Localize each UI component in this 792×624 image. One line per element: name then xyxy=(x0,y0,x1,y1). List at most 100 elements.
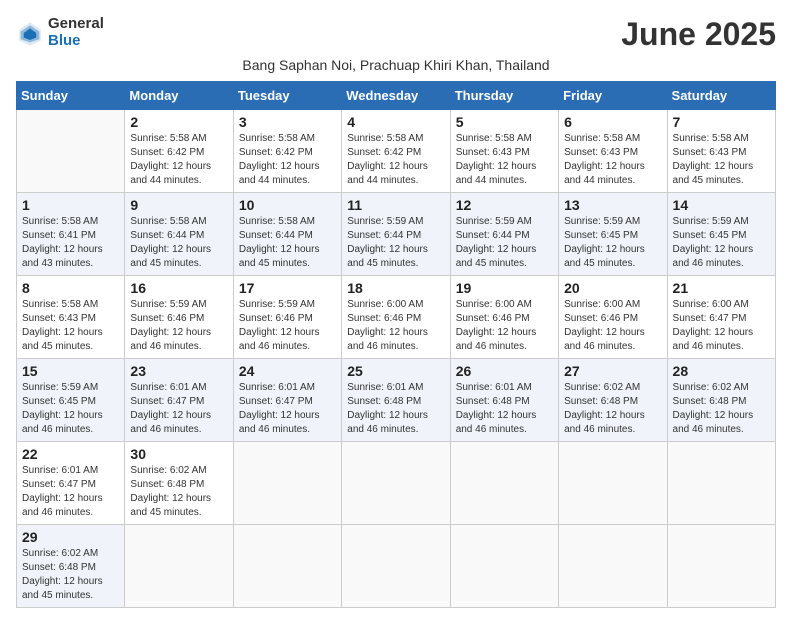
day-number: 15 xyxy=(22,363,119,379)
day-number: 24 xyxy=(239,363,336,379)
month-title: June 2025 xyxy=(621,16,776,53)
day-info: Sunrise: 6:02 AMSunset: 6:48 PMDaylight:… xyxy=(673,381,770,437)
day-number: 4 xyxy=(347,114,444,130)
calendar-cell xyxy=(667,442,775,525)
day-info: Sunrise: 6:00 AMSunset: 6:46 PMDaylight:… xyxy=(564,298,661,354)
day-info: Sunrise: 5:59 AMSunset: 6:45 PMDaylight:… xyxy=(673,215,770,271)
day-number: 10 xyxy=(239,197,336,213)
day-number: 9 xyxy=(130,197,227,213)
day-number: 13 xyxy=(564,197,661,213)
calendar-cell: 23Sunrise: 6:01 AMSunset: 6:47 PMDayligh… xyxy=(125,359,233,442)
day-info: Sunrise: 6:02 AMSunset: 6:48 PMDaylight:… xyxy=(130,464,227,520)
day-number: 5 xyxy=(456,114,553,130)
calendar-cell: 18Sunrise: 6:00 AMSunset: 6:46 PMDayligh… xyxy=(342,276,450,359)
calendar-cell: 10 Sunrise: 5:58 AMSunset: 6:44 PMDayligh… xyxy=(233,193,341,276)
calendar-cell: 28 Sunrise: 6:02 AMSunset: 6:48 PMDayligh… xyxy=(667,359,775,442)
calendar: SundayMondayTuesdayWednesdayThursdayFrid… xyxy=(16,81,776,608)
day-info: Sunrise: 5:58 AMSunset: 6:44 PMDaylight:… xyxy=(239,215,336,271)
calendar-cell: 12Sunrise: 5:59 AMSunset: 6:44 PMDayligh… xyxy=(450,193,558,276)
calendar-cell: 20 Sunrise: 6:00 AMSunset: 6:46 PMDayligh… xyxy=(559,276,667,359)
calendar-cell: 26Sunrise: 6:01 AMSunset: 6:48 PMDayligh… xyxy=(450,359,558,442)
calendar-cell: 22 Sunrise: 6:01 AMSunset: 6:47 PMDayligh… xyxy=(17,442,125,525)
calendar-cell: 30 Sunrise: 6:02 AMSunset: 6:48 PMDayligh… xyxy=(125,442,233,525)
day-number: 2 xyxy=(130,114,227,130)
header-cell-saturday: Saturday xyxy=(667,82,775,110)
calendar-cell xyxy=(342,442,450,525)
calendar-cell: 3Sunrise: 5:58 AMSunset: 6:42 PMDaylight… xyxy=(233,110,341,193)
day-number: 21 xyxy=(673,280,770,296)
header-cell-sunday: Sunday xyxy=(17,82,125,110)
day-number: 19 xyxy=(456,280,553,296)
calendar-cell: 17 Sunrise: 5:59 AMSunset: 6:46 PMDayligh… xyxy=(233,276,341,359)
calendar-row: 2 Sunrise: 5:58 AMSunset: 6:42 PMDaylight… xyxy=(17,110,776,193)
day-info: Sunrise: 5:59 AMSunset: 6:45 PMDaylight:… xyxy=(22,381,119,437)
day-number: 1 xyxy=(22,197,119,213)
header-row: SundayMondayTuesdayWednesdayThursdayFrid… xyxy=(17,82,776,110)
calendar-cell: 14Sunrise: 5:59 AMSunset: 6:45 PMDayligh… xyxy=(667,193,775,276)
day-number: 25 xyxy=(347,363,444,379)
calendar-cell: 24 Sunrise: 6:01 AMSunset: 6:47 PMDayligh… xyxy=(233,359,341,442)
day-info: Sunrise: 6:02 AMSunset: 6:48 PMDaylight:… xyxy=(22,547,119,603)
calendar-cell xyxy=(450,442,558,525)
day-number: 7 xyxy=(673,114,770,130)
day-info: Sunrise: 6:01 AMSunset: 6:47 PMDaylight:… xyxy=(22,464,119,520)
day-number: 29 xyxy=(22,529,119,545)
calendar-cell: 27Sunrise: 6:02 AMSunset: 6:48 PMDayligh… xyxy=(559,359,667,442)
calendar-row: 29 Sunrise: 6:02 AMSunset: 6:48 PMDayligh… xyxy=(17,525,776,608)
day-number: 6 xyxy=(564,114,661,130)
calendar-cell xyxy=(125,525,233,608)
day-info: Sunrise: 5:59 AMSunset: 6:46 PMDaylight:… xyxy=(239,298,336,354)
calendar-cell xyxy=(342,525,450,608)
calendar-cell: 19 Sunrise: 6:00 AMSunset: 6:46 PMDayligh… xyxy=(450,276,558,359)
logo-text: General Blue xyxy=(48,16,104,49)
calendar-cell xyxy=(233,442,341,525)
calendar-cell: 4 Sunrise: 5:58 AMSunset: 6:42 PMDaylight… xyxy=(342,110,450,193)
calendar-row: 15 Sunrise: 5:59 AMSunset: 6:45 PMDayligh… xyxy=(17,359,776,442)
page-header: General Blue June 2025 xyxy=(16,16,776,53)
calendar-cell: 5Sunrise: 5:58 AMSunset: 6:43 PMDaylight… xyxy=(450,110,558,193)
calendar-row: 8 Sunrise: 5:58 AMSunset: 6:43 PMDaylight… xyxy=(17,276,776,359)
calendar-cell xyxy=(559,442,667,525)
day-info: Sunrise: 6:01 AMSunset: 6:48 PMDaylight:… xyxy=(456,381,553,437)
logo-line2: Blue xyxy=(48,33,104,50)
day-info: Sunrise: 5:58 AMSunset: 6:41 PMDaylight:… xyxy=(22,215,119,271)
calendar-cell: 9Sunrise: 5:58 AMSunset: 6:44 PMDaylight… xyxy=(125,193,233,276)
day-info: Sunrise: 6:00 AMSunset: 6:46 PMDaylight:… xyxy=(456,298,553,354)
day-number: 17 xyxy=(239,280,336,296)
day-info: Sunrise: 5:59 AMSunset: 6:46 PMDaylight:… xyxy=(130,298,227,354)
logo-icon xyxy=(16,19,44,47)
calendar-cell: 6Sunrise: 5:58 AMSunset: 6:43 PMDaylight… xyxy=(559,110,667,193)
day-info: Sunrise: 6:01 AMSunset: 6:47 PMDaylight:… xyxy=(130,381,227,437)
calendar-cell xyxy=(559,525,667,608)
day-info: Sunrise: 5:58 AMSunset: 6:43 PMDaylight:… xyxy=(22,298,119,354)
day-number: 3 xyxy=(239,114,336,130)
day-number: 30 xyxy=(130,446,227,462)
calendar-cell: 8 Sunrise: 5:58 AMSunset: 6:43 PMDaylight… xyxy=(17,276,125,359)
calendar-cell: 1 Sunrise: 5:58 AMSunset: 6:41 PMDaylight… xyxy=(17,193,125,276)
day-info: Sunrise: 5:58 AMSunset: 6:43 PMDaylight:… xyxy=(673,132,770,188)
day-info: Sunrise: 5:59 AMSunset: 6:45 PMDaylight:… xyxy=(564,215,661,271)
day-number: 8 xyxy=(22,280,119,296)
day-info: Sunrise: 6:02 AMSunset: 6:48 PMDaylight:… xyxy=(564,381,661,437)
day-info: Sunrise: 5:59 AMSunset: 6:44 PMDaylight:… xyxy=(347,215,444,271)
day-number: 11 xyxy=(347,197,444,213)
day-info: Sunrise: 6:01 AMSunset: 6:48 PMDaylight:… xyxy=(347,381,444,437)
calendar-cell: 16Sunrise: 5:59 AMSunset: 6:46 PMDayligh… xyxy=(125,276,233,359)
calendar-cell xyxy=(450,525,558,608)
calendar-cell xyxy=(233,525,341,608)
calendar-cell: 13 Sunrise: 5:59 AMSunset: 6:45 PMDayligh… xyxy=(559,193,667,276)
day-info: Sunrise: 5:58 AMSunset: 6:42 PMDaylight:… xyxy=(347,132,444,188)
calendar-cell: 29 Sunrise: 6:02 AMSunset: 6:48 PMDayligh… xyxy=(17,525,125,608)
calendar-cell: 2 Sunrise: 5:58 AMSunset: 6:42 PMDaylight… xyxy=(125,110,233,193)
day-number: 20 xyxy=(564,280,661,296)
day-info: Sunrise: 6:00 AMSunset: 6:46 PMDaylight:… xyxy=(347,298,444,354)
day-number: 28 xyxy=(673,363,770,379)
subtitle: Bang Saphan Noi, Prachuap Khiri Khan, Th… xyxy=(16,57,776,73)
day-info: Sunrise: 6:00 AMSunset: 6:47 PMDaylight:… xyxy=(673,298,770,354)
day-info: Sunrise: 5:58 AMSunset: 6:42 PMDaylight:… xyxy=(130,132,227,188)
day-number: 22 xyxy=(22,446,119,462)
calendar-row: 1 Sunrise: 5:58 AMSunset: 6:41 PMDaylight… xyxy=(17,193,776,276)
calendar-cell: 11 Sunrise: 5:59 AMSunset: 6:44 PMDayligh… xyxy=(342,193,450,276)
header-cell-monday: Monday xyxy=(125,82,233,110)
day-info: Sunrise: 6:01 AMSunset: 6:47 PMDaylight:… xyxy=(239,381,336,437)
